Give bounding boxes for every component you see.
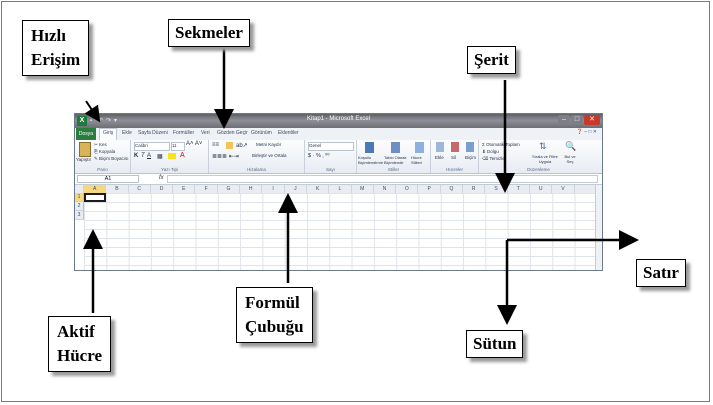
label-line: Formül (245, 293, 300, 312)
label-quick-access: Hızlı Erişim (22, 20, 90, 76)
label-active-cell: Aktif Hücre (48, 316, 112, 372)
label-formula-bar: Formül Çubuğu (236, 287, 313, 343)
label-line: Aktif (57, 322, 95, 341)
label-ribbon: Şerit (467, 46, 516, 74)
label-line: Çubuğu (245, 317, 304, 336)
label-line: Hızlı (31, 26, 66, 45)
label-column: Sütun (466, 330, 524, 358)
label-row: Satır (636, 259, 686, 287)
arrow-quick-access (84, 100, 101, 123)
label-line: Erişim (31, 50, 81, 69)
label-tabs: Sekmeler (168, 19, 250, 47)
label-line: Hücre (57, 346, 103, 365)
